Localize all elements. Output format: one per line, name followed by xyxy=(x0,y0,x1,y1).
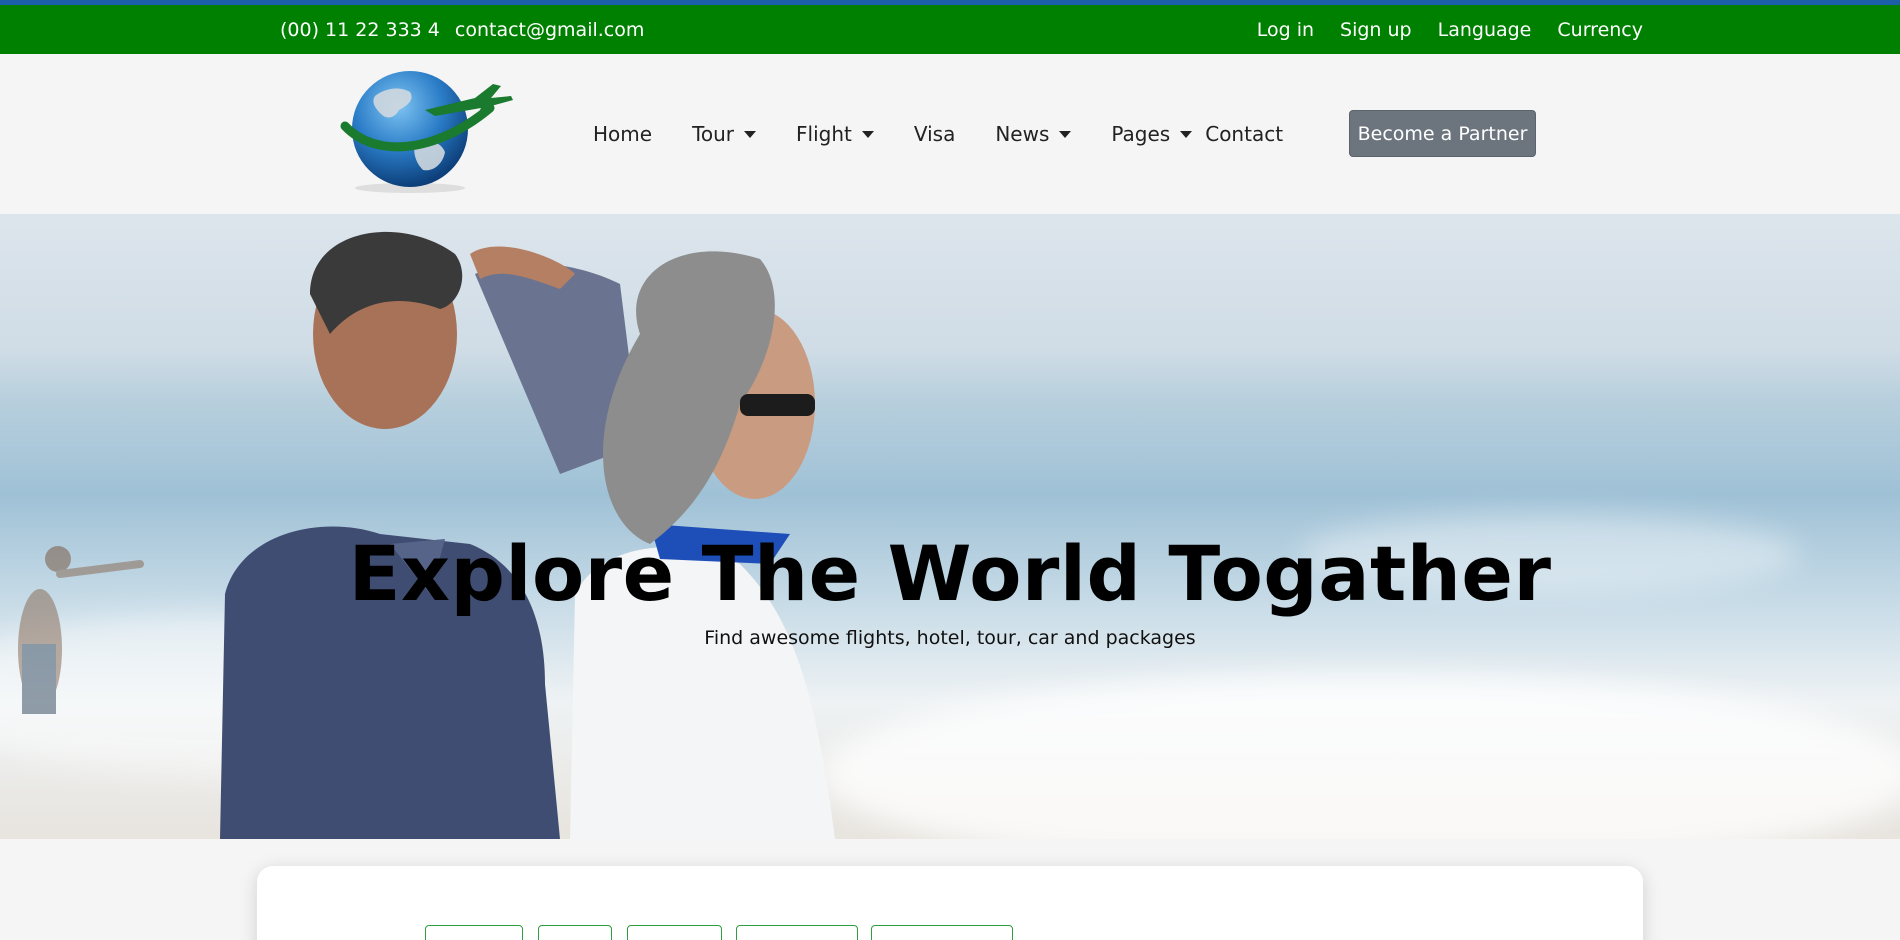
top-bar: (00) 11 22 333 4 contact@gmail.com Log i… xyxy=(0,5,1900,54)
become-partner-button[interactable]: Become a Partner xyxy=(1349,110,1536,157)
nav-contact-label: Contact xyxy=(1205,122,1284,146)
hero-banner: Explore The World Togather Find awesome … xyxy=(0,214,1900,839)
nav-pages-label: Pages xyxy=(1111,122,1171,146)
main-navbar: Home Tour Flight Visa News Pages Contact… xyxy=(0,54,1900,214)
hero-title: Explore The World Togather xyxy=(348,529,1552,618)
nav-tour-label: Tour xyxy=(692,122,735,146)
hero-subtitle: Find awesome flights, hotel, tour, car a… xyxy=(704,627,1196,649)
account-links: Log in Sign up Language Currency xyxy=(1257,5,1643,54)
nav-home[interactable]: Home xyxy=(593,122,652,146)
login-link[interactable]: Log in xyxy=(1257,19,1314,41)
nav-pages[interactable]: Pages xyxy=(1111,122,1193,146)
nav-flight-label: Flight xyxy=(796,122,852,146)
nav-news-label: News xyxy=(995,122,1050,146)
nav-visa[interactable]: Visa xyxy=(914,122,955,146)
caret-down-icon xyxy=(1059,130,1072,138)
search-tab-2[interactable] xyxy=(538,925,612,940)
search-panel xyxy=(257,866,1643,940)
contact-info: (00) 11 22 333 4 contact@gmail.com xyxy=(280,5,644,54)
nav-flight[interactable]: Flight xyxy=(796,122,874,146)
language-link[interactable]: Language xyxy=(1438,19,1532,41)
caret-down-icon xyxy=(744,130,757,138)
phone-number: (00) 11 22 333 4 xyxy=(280,18,440,41)
search-tab-4[interactable] xyxy=(736,925,858,940)
main-menu: Home Tour Flight Visa News Pages Contact xyxy=(593,54,1323,214)
search-tab-3[interactable] xyxy=(627,925,722,940)
hero-photo-people xyxy=(18,231,835,839)
email-address[interactable]: contact@gmail.com xyxy=(455,19,645,41)
globe-plane-logo[interactable] xyxy=(315,66,515,196)
caret-down-icon xyxy=(861,130,874,138)
search-tab-5[interactable] xyxy=(871,925,1013,940)
nav-news[interactable]: News xyxy=(995,122,1072,146)
currency-link[interactable]: Currency xyxy=(1557,19,1643,41)
search-tab-1[interactable] xyxy=(425,925,523,940)
nav-home-label: Home xyxy=(593,122,653,146)
nav-visa-label: Visa xyxy=(913,122,956,146)
signup-link[interactable]: Sign up xyxy=(1340,19,1412,41)
nav-contact[interactable]: Contact xyxy=(1205,122,1283,146)
caret-down-icon xyxy=(1180,130,1193,138)
nav-tour[interactable]: Tour xyxy=(692,122,757,146)
